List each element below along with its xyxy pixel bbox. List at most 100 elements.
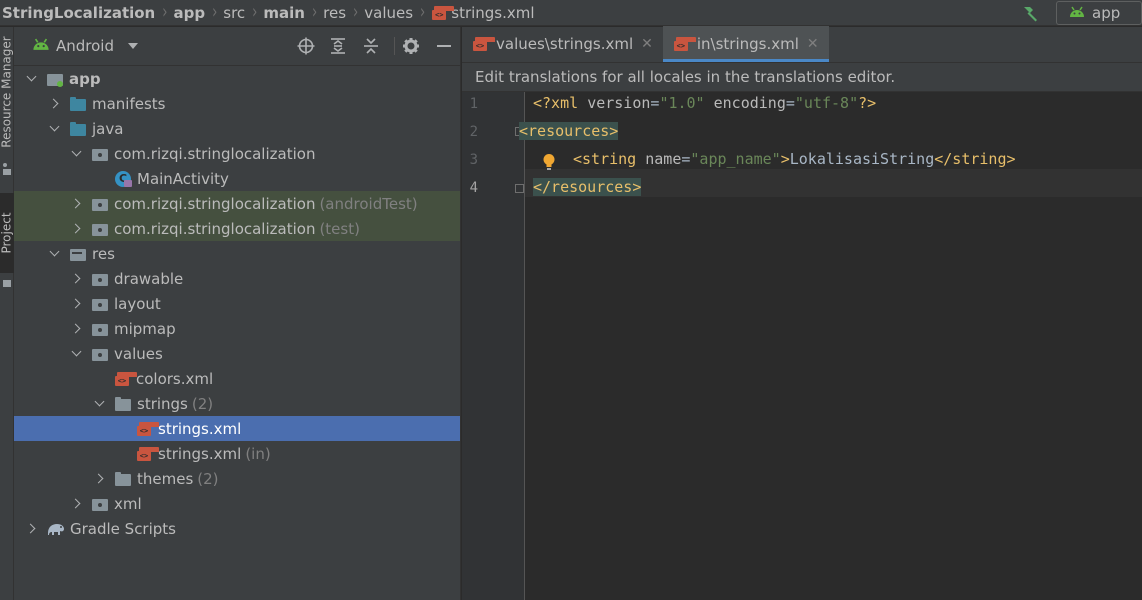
navigation-bar: StringLocalization › app › src › main › res › valu… xyxy=(0,0,1142,26)
breadcrumb-item[interactable]: values xyxy=(364,0,413,26)
chevron-right-icon[interactable] xyxy=(71,299,81,309)
tree-item-label: values xyxy=(114,344,163,363)
tree-item[interactable]: values xyxy=(14,341,460,366)
translations-banner: Edit translations for all locales in the… xyxy=(462,63,1142,92)
tree-item[interactable]: mipmap xyxy=(14,316,460,341)
chevron-right-icon[interactable] xyxy=(71,274,81,284)
chevron-down-icon[interactable] xyxy=(71,349,81,359)
tree-item-label: mipmap xyxy=(114,319,176,338)
folder-icon xyxy=(114,396,132,412)
tree-item[interactable]: Gradle Scripts xyxy=(14,516,460,541)
tree-item[interactable]: strings (2) xyxy=(14,391,460,416)
breadcrumb-separator-icon: › xyxy=(353,1,359,24)
close-icon[interactable]: ✕ xyxy=(807,36,819,52)
chevron-down-icon[interactable] xyxy=(26,74,36,84)
editor-tabs: <> values\strings.xml ✕ <> in\strings.xml ✕ xyxy=(462,26,1142,63)
project-view-select[interactable]: Android xyxy=(32,37,138,55)
lightbulb-icon[interactable] xyxy=(542,153,556,171)
tree-item-label: res xyxy=(92,244,115,263)
chevron-down-icon xyxy=(128,43,138,49)
breadcrumb-item[interactable]: app xyxy=(173,0,205,26)
chevron-right-icon[interactable] xyxy=(71,224,81,234)
tree-item-label: manifests xyxy=(92,94,166,113)
tree-item-label: app xyxy=(69,69,101,88)
package-folder-icon xyxy=(91,321,109,337)
resource-folder-icon xyxy=(69,246,87,263)
tree-item-label: com.rizqi.stringlocalization xyxy=(114,144,316,163)
build-hammer-icon[interactable] xyxy=(1018,0,1044,26)
code-line-1: <?xml version="1.0" encoding="utf-8"?> xyxy=(533,94,877,112)
tree-item-suffix: (test) xyxy=(319,219,360,238)
chevron-right-icon[interactable] xyxy=(26,524,36,534)
tree-item-label: com.rizqi.stringlocalization xyxy=(114,194,316,213)
breadcrumb-item[interactable]: main xyxy=(263,0,305,26)
close-icon[interactable]: ✕ xyxy=(641,36,653,52)
hide-panel-icon[interactable] xyxy=(434,36,454,56)
tree-item[interactable]: <> strings.xml (in) xyxy=(14,441,460,466)
tree-item-suffix: (2) xyxy=(191,394,214,413)
editor-tab[interactable]: <> values\strings.xml ✕ xyxy=(462,26,663,62)
breadcrumb-item[interactable]: src xyxy=(223,0,245,26)
chevron-down-icon[interactable] xyxy=(49,124,59,134)
gear-icon[interactable] xyxy=(401,36,421,56)
run-configuration-select[interactable]: app xyxy=(1056,1,1142,25)
chevron-right-icon[interactable] xyxy=(49,99,59,109)
tree-item[interactable]: com.rizqi.stringlocalization xyxy=(14,141,460,166)
resource-manager-icon xyxy=(0,159,14,179)
chevron-right-icon[interactable] xyxy=(71,199,81,209)
editor-tab[interactable]: <> in\strings.xml ✕ xyxy=(662,26,829,62)
tree-item[interactable]: xml xyxy=(14,491,460,516)
chevron-down-icon[interactable] xyxy=(94,399,104,409)
code-editor[interactable]: 1 2 3 4 <?xml version="1.0" encoding="ut… xyxy=(462,92,1142,600)
locate-file-icon[interactable] xyxy=(296,36,316,56)
tree-item[interactable]: layout xyxy=(14,291,460,316)
tree-item[interactable]: app xyxy=(14,66,460,91)
fold-marker-icon[interactable] xyxy=(515,184,524,193)
project-icon xyxy=(0,275,14,291)
tree-item[interactable]: com.rizqi.stringlocalization (androidTest… xyxy=(14,191,460,216)
tree-item[interactable]: <> strings.xml xyxy=(14,416,460,441)
breadcrumb-item[interactable]: res xyxy=(323,0,346,26)
editor-tab-label: in\strings.xml xyxy=(696,35,799,53)
breadcrumb-separator-icon: › xyxy=(420,1,426,24)
gradle-elephant-icon xyxy=(46,521,66,537)
tree-item[interactable]: java xyxy=(14,116,460,141)
package-folder-icon xyxy=(91,296,109,312)
chevron-down-icon[interactable] xyxy=(49,249,59,259)
chevron-right-icon[interactable] xyxy=(94,474,104,484)
tree-item-label: strings.xml xyxy=(158,419,242,438)
tree-item[interactable]: res xyxy=(14,241,460,266)
tree-item[interactable]: MainActivity xyxy=(14,166,460,191)
chevron-right-icon[interactable] xyxy=(71,324,81,334)
breadcrumb-file[interactable]: <> strings.xml xyxy=(431,0,535,26)
package-folder-icon xyxy=(91,271,109,287)
resource-manager-tab[interactable]: Resource Manager xyxy=(0,27,14,157)
tree-item-label: com.rizqi.stringlocalization xyxy=(114,219,316,238)
code-line-4: </resources> xyxy=(533,178,642,196)
toolbar-right: app xyxy=(1018,0,1142,26)
editor-area: <> values\strings.xml ✕ <> in\strings.xml ✕ E… xyxy=(462,26,1142,600)
activity-class-icon xyxy=(114,170,132,187)
tree-item[interactable]: <> colors.xml xyxy=(14,366,460,391)
xml-file-icon: <> xyxy=(472,36,495,52)
tree-item[interactable]: com.rizqi.stringlocalization (test) xyxy=(14,216,460,241)
tree-item[interactable]: manifests xyxy=(14,91,460,116)
source-folder-icon xyxy=(69,121,87,137)
breadcrumb: StringLocalization › app › src › main › res › valu… xyxy=(0,0,535,26)
project-tab[interactable]: Project xyxy=(0,193,14,273)
collapse-all-icon[interactable] xyxy=(361,36,381,56)
tree-item-label: drawable xyxy=(114,269,184,288)
tree-item[interactable]: themes (2) xyxy=(14,466,460,491)
tree-item[interactable]: drawable xyxy=(14,266,460,291)
line-number: 2 xyxy=(469,124,478,140)
breadcrumb-separator-icon: › xyxy=(252,1,258,24)
project-view-label: Android xyxy=(56,37,114,55)
chevron-right-icon[interactable] xyxy=(71,499,81,509)
editor-gutter: 1 2 3 4 xyxy=(462,92,525,600)
breadcrumb-item[interactable]: StringLocalization xyxy=(2,0,155,26)
project-tree: app manifests java com.rizqi.stringlocaliza… xyxy=(14,66,460,541)
expand-all-icon[interactable] xyxy=(328,36,348,56)
left-tool-stripe: Resource Manager Project xyxy=(0,27,14,600)
chevron-down-icon[interactable] xyxy=(71,149,81,159)
android-icon xyxy=(1069,4,1085,22)
